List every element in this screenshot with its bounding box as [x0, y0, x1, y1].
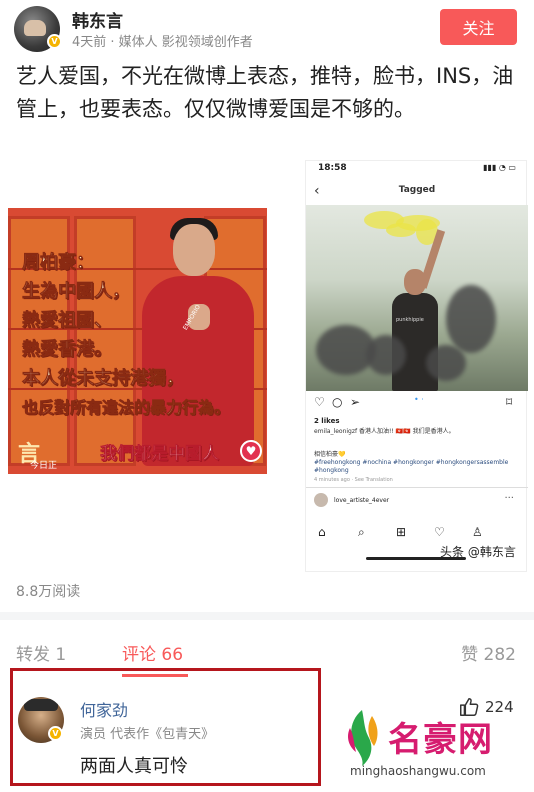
post-header: V 韩东言 4天前 · 媒体人 影视领域创作者 关注 [0, 0, 534, 56]
follow-button[interactable]: 关注 [440, 9, 517, 45]
site-name: 名豪网 [388, 720, 493, 760]
author-meta: 4天前 · 媒体人 影视领域创作者 [72, 35, 253, 50]
ig-actions: ♡ ○ ➢ • · ⌑ [314, 395, 520, 411]
tab-like[interactable]: 赞 282 [461, 640, 516, 665]
read-count: 8.8万阅读 [16, 584, 81, 600]
verified-badge-icon: V [48, 726, 63, 741]
statement-line: 周柏豪： [22, 252, 95, 274]
site-url: minghaoshangwu.com [350, 764, 486, 778]
statement-text: 周柏豪： 生為中國人， 熱愛祖國、 熱愛香港。 本人從未支持港獨， 也反對所有違… [22, 248, 231, 422]
commenter-name[interactable]: 何家劲 [80, 697, 128, 721]
activity-heart-icon: ♡ [434, 525, 445, 539]
statement-line: 熱愛香港。 [22, 339, 113, 361]
home-icon: ⌂ [318, 525, 326, 539]
commenter-name: love_artiste_4ever [334, 497, 390, 504]
likes-count: 2 likes [314, 417, 340, 425]
ig-bottom-nav: ⌂ ⌕ ⊞ ♡ ♙ [306, 525, 528, 545]
status-time: 18:58 [318, 163, 347, 173]
post-text: 艺人爱国，不光在微博上表态，推特，脸书，INS，油管上，也要表态。仅仅微博爱国是… [16, 64, 514, 121]
comment-text: 两面人真可怜 [80, 756, 188, 777]
statement-line: 熱愛祖國、 [22, 310, 113, 332]
ig-tags: 相信柏豪💛 #freehongkong #nochina #hongkonger… [314, 451, 520, 475]
commenter-avatar [314, 493, 328, 507]
interaction-tabs: 转发 1 评论 66 赞 282 [0, 636, 534, 677]
hashtags: #freehongkong #nochina #hongkonger #hong… [314, 459, 509, 474]
slogan-text: 我們都是中國人 [100, 444, 220, 465]
commenter-meta: 演员 代表作《包青天》 [80, 727, 215, 742]
author-name[interactable]: 韩东言 [72, 7, 123, 32]
tagged-photo: punkhippie [306, 205, 528, 391]
site-logo-icon [348, 710, 378, 766]
statement-line: 也反對所有違法的暴力行為。 [22, 398, 231, 418]
tab-repost[interactable]: 转发 1 [16, 640, 66, 665]
site-logo: 名豪网 minghaoshangwu.com [336, 706, 526, 790]
like-heart-icon: ♡ [314, 395, 325, 409]
statement-line: 本人從未支持港獨， [22, 368, 185, 390]
watermark: 头条 @韩东言 [440, 545, 516, 559]
heart-icon: ♥ [240, 440, 262, 462]
more-icon: ··· [504, 493, 514, 504]
caption-line: 相信柏豪💛 [314, 451, 346, 458]
bookmark-icon: ⌑ [506, 395, 513, 409]
post-image-left[interactable]: EMPORIO 周柏豪： 生為中國人， 熱愛祖國、 熱愛香港。 本人從未支持港獨… [8, 208, 267, 474]
statement-line: 生為中國人， [22, 281, 131, 303]
media-logo-sub: 今日正 [30, 461, 58, 471]
carousel-dots: • · [414, 395, 424, 404]
post-image-right[interactable]: 18:58 ▮▮▮ ◔ ▭ ‹ Tagged punkhippie ♡ ○ ➢ … [305, 160, 528, 572]
profile-icon: ♙ [472, 525, 483, 539]
status-icons: ▮▮▮ ◔ ▭ [483, 163, 516, 172]
comment-bubble-icon: ○ [332, 395, 343, 409]
post-images: EMPORIO 周柏豪： 生為中國人， 熱愛祖國、 熱愛香港。 本人從未支持港獨… [0, 160, 534, 572]
caption-line: emila_leonigzf 香港人加油!! 🇭🇰🇭🇰 我们是香港人。 [314, 428, 455, 435]
shirt-text: punkhippie [396, 317, 424, 323]
tab-comment[interactable]: 评论 66 [122, 640, 183, 665]
share-send-icon: ➢ [350, 395, 361, 409]
tagged-title: Tagged [398, 185, 436, 195]
search-icon: ⌕ [358, 525, 365, 539]
post-time: 4 minutes ago · See Translation [314, 477, 393, 483]
section-divider [0, 612, 534, 620]
verified-badge-icon: V [47, 34, 62, 49]
ig-caption: emila_leonigzf 香港人加油!! 🇭🇰🇭🇰 我们是香港人。 [314, 427, 520, 436]
add-post-icon: ⊞ [396, 525, 407, 539]
